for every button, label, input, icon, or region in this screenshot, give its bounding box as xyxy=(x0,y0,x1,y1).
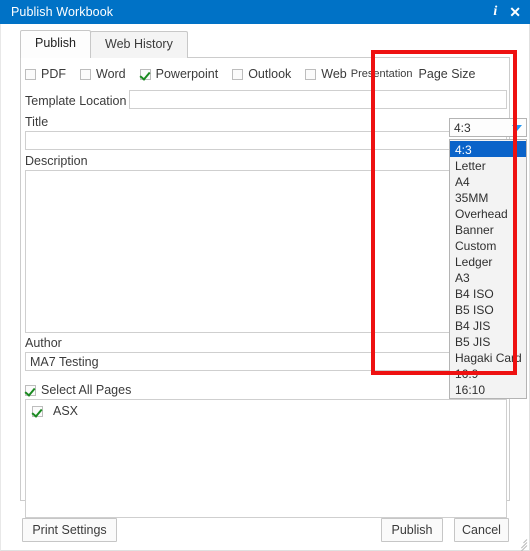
title-bar-actions: i ✕ xyxy=(493,5,530,20)
checkbox-word[interactable]: Word xyxy=(80,67,126,81)
page-size-option-letter[interactable]: Letter xyxy=(450,157,526,173)
checkbox-pdf-label: PDF xyxy=(41,67,66,81)
page-size-option-custom[interactable]: Custom xyxy=(450,237,526,253)
checkbox-asx-box xyxy=(32,405,43,417)
page-size-dropdown-list[interactable]: 4:3 Letter A4 35MM Overhead Banner Custo… xyxy=(449,139,527,399)
page-size-option-a4[interactable]: A4 xyxy=(450,173,526,189)
page-size-option-b4-jis[interactable]: B4 JIS xyxy=(450,317,526,333)
checkbox-powerpoint-label: Powerpoint xyxy=(155,67,219,81)
tab-publish[interactable]: Publish xyxy=(20,30,91,58)
checkbox-select-all-pages-box xyxy=(25,384,36,396)
page-size-option-35mm[interactable]: 35MM xyxy=(450,189,526,205)
page-size-option-b4-iso[interactable]: B4 ISO xyxy=(450,285,526,301)
author-label: Author xyxy=(25,336,62,350)
info-icon[interactable]: i xyxy=(493,5,497,19)
tab-web-history-label: Web History xyxy=(105,37,173,51)
presentation-label: Presentation xyxy=(350,68,413,80)
checkbox-outlook-label: Outlook xyxy=(248,67,292,81)
page-size-selected-value: 4:3 xyxy=(454,120,471,135)
checkbox-pdf[interactable]: PDF xyxy=(25,67,66,81)
template-location-label: Template Location xyxy=(25,94,127,108)
page-size-option-banner[interactable]: Banner xyxy=(450,221,526,237)
page-size-option-b5-iso[interactable]: B5 ISO xyxy=(450,301,526,317)
checkbox-select-all-pages-label: Select All Pages xyxy=(41,383,132,397)
window-title: Publish Workbook xyxy=(11,5,114,19)
checkbox-web-label: Web xyxy=(321,67,347,81)
page-size-option-16-9[interactable]: 16:9 xyxy=(450,365,526,381)
dialog-body: Publish Web History PDF Word Powerpoint … xyxy=(0,24,530,551)
tab-web-history[interactable]: Web History xyxy=(90,31,188,58)
publish-button[interactable]: Publish xyxy=(381,518,443,542)
template-location-input[interactable] xyxy=(129,90,507,109)
page-size-combobox[interactable]: 4:3 xyxy=(449,118,527,137)
title-input[interactable] xyxy=(25,131,507,150)
checkbox-powerpoint[interactable]: Powerpoint xyxy=(139,67,219,81)
checkbox-outlook[interactable]: Outlook xyxy=(232,67,291,81)
page-size-option-hagaki-card[interactable]: Hagaki Card xyxy=(450,349,526,365)
checkbox-word-box xyxy=(80,68,91,80)
checkbox-web-box xyxy=(305,68,317,80)
page-size-option-4-3[interactable]: 4:3 xyxy=(450,141,526,157)
format-checkbox-row: PDF Word Powerpoint Outlook Web Presenta… xyxy=(25,67,483,81)
resize-grip[interactable] xyxy=(514,535,528,551)
checkbox-outlook-box xyxy=(232,68,244,80)
close-icon[interactable]: ✕ xyxy=(509,5,521,19)
description-textarea[interactable] xyxy=(25,170,507,333)
page-size-label: Page Size xyxy=(418,67,476,81)
pages-list[interactable]: ASX xyxy=(25,399,507,518)
checkbox-web[interactable]: Web xyxy=(305,67,347,81)
checkbox-word-label: Word xyxy=(96,67,126,81)
author-input[interactable] xyxy=(25,352,507,371)
page-size-option-16-10[interactable]: 16:10 xyxy=(450,381,526,397)
cancel-button[interactable]: Cancel xyxy=(454,518,509,542)
description-label: Description xyxy=(25,154,88,168)
checkbox-asx-label: ASX xyxy=(53,404,79,418)
tab-strip: Publish Web History xyxy=(20,30,188,58)
list-item[interactable]: ASX xyxy=(26,400,506,418)
publish-workbook-dialog: Publish Workbook i ✕ Publish Web History… xyxy=(0,0,530,551)
checkbox-powerpoint-box xyxy=(139,68,151,80)
checkbox-pdf-box xyxy=(25,68,36,80)
tab-publish-label: Publish xyxy=(35,36,76,50)
print-settings-button[interactable]: Print Settings xyxy=(22,518,117,542)
page-size-option-overhead[interactable]: Overhead xyxy=(450,205,526,221)
chevron-down-icon xyxy=(512,124,522,131)
page-size-option-ledger[interactable]: Ledger xyxy=(450,253,526,269)
checkbox-select-all-pages[interactable]: Select All Pages xyxy=(25,383,131,397)
title-label: Title xyxy=(25,115,49,129)
title-bar: Publish Workbook i ✕ xyxy=(0,0,530,24)
page-size-option-a3[interactable]: A3 xyxy=(450,269,526,285)
publish-tab-panel: PDF Word Powerpoint Outlook Web Presenta… xyxy=(20,57,527,518)
page-size-option-b5-jis[interactable]: B5 JIS xyxy=(450,333,526,349)
